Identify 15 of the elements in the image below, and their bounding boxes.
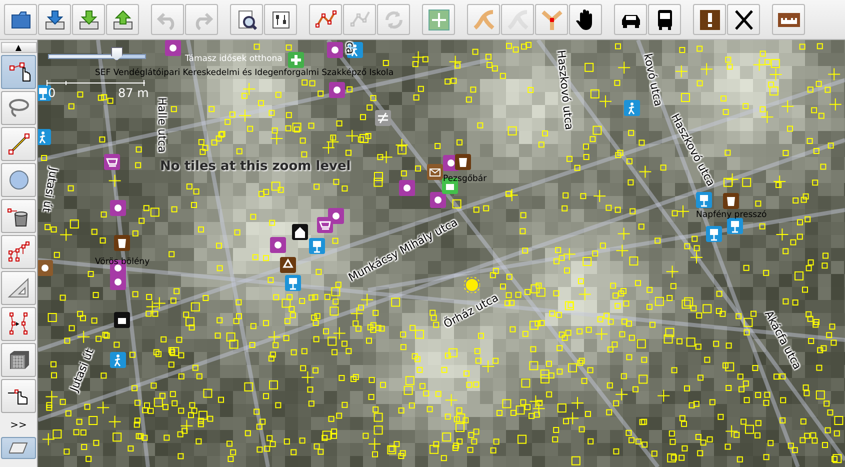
- scale-length: 87 m: [118, 86, 149, 100]
- more-tools-button[interactable]: >>: [10, 420, 27, 432]
- street-name: Halle utca: [156, 97, 168, 153]
- no-tiles-message: No tiles at this zoom level: [160, 159, 351, 174]
- street-name: ca: [344, 42, 356, 54]
- street-name: kovó utca: [641, 52, 665, 108]
- street-name: Jutasi út: [40, 166, 60, 214]
- place-name: Támasz idősek otthona: [185, 54, 282, 64]
- scroll-up-button[interactable]: ▲: [0, 42, 36, 53]
- place-name: SEF Vendéglátóipari Kereskedelmi és Idegenforgalmi Szakképző Iskola: [95, 68, 394, 78]
- place-name: Pezsgőbár: [443, 174, 487, 184]
- place-name: Napfény presszó: [696, 210, 767, 220]
- street-name: Jutasi út: [68, 346, 96, 394]
- place-name: Vörös bölény: [95, 257, 150, 267]
- street-name: Haszkovó utca: [554, 50, 576, 130]
